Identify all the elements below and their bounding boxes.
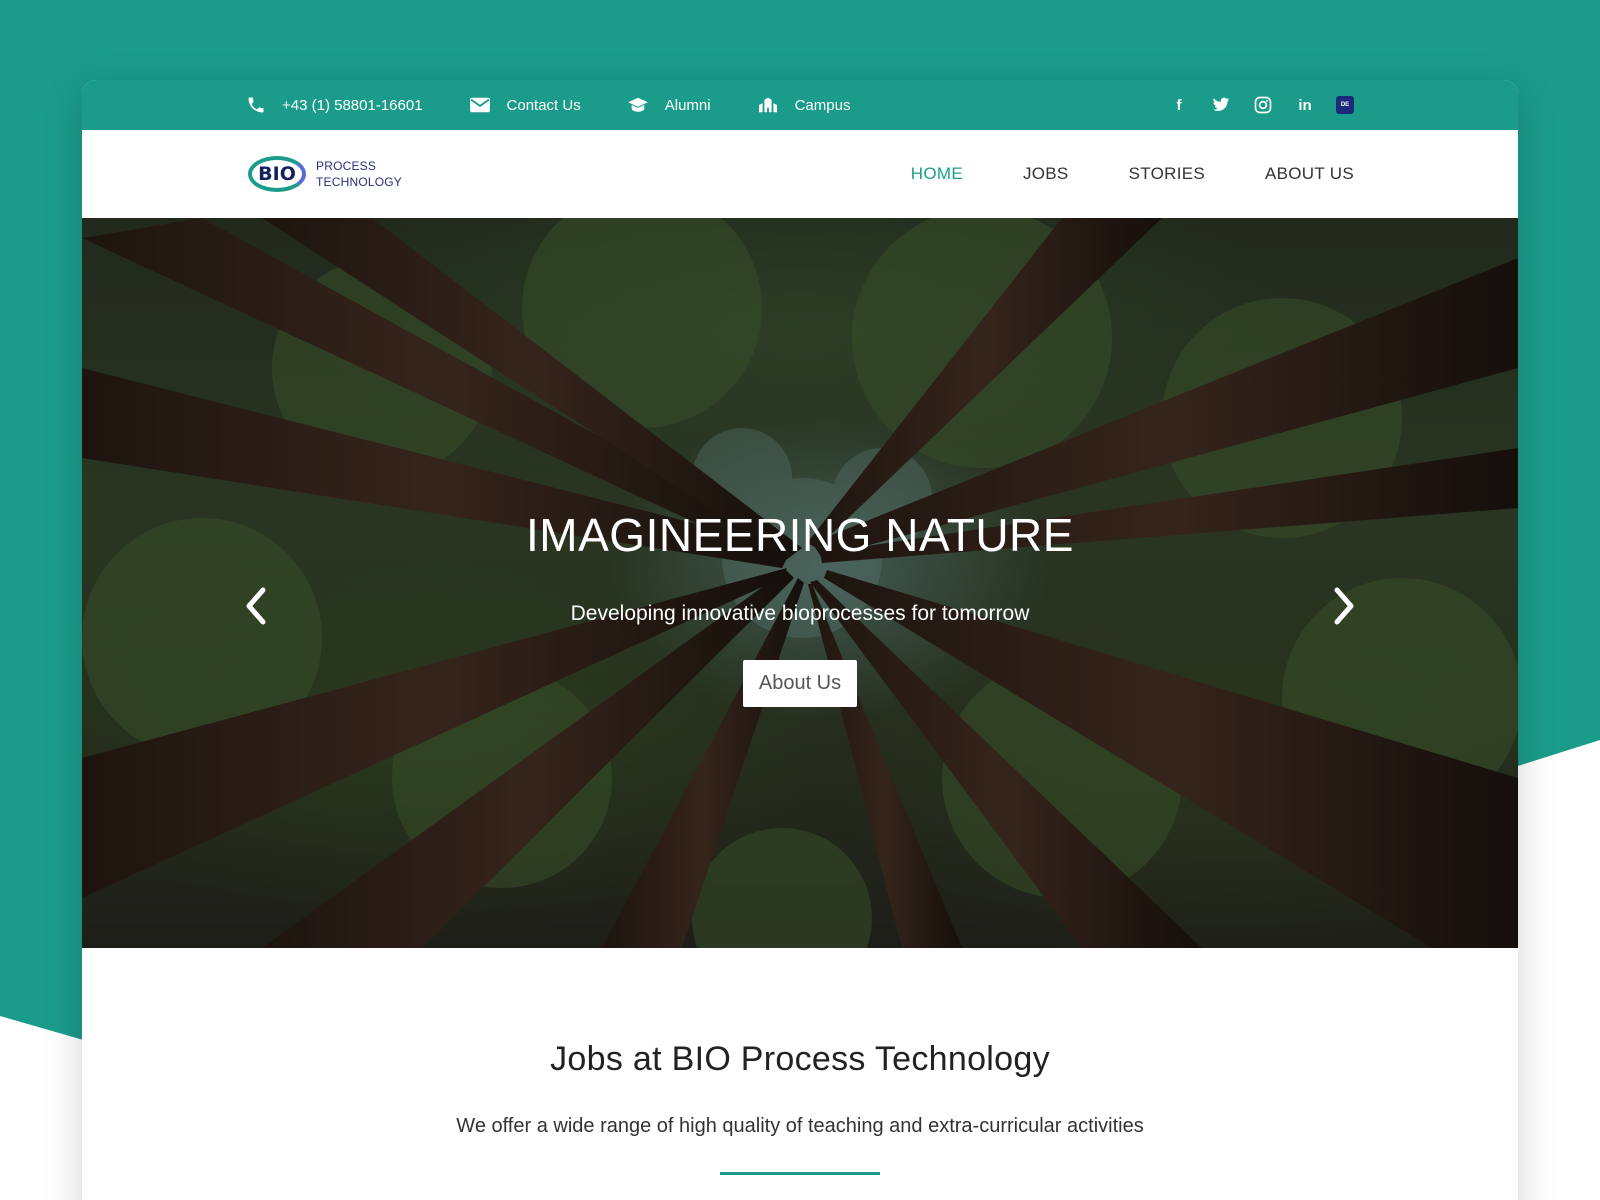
site-logo[interactable]: BIO PROCESS TECHNOLOGY xyxy=(246,152,402,196)
campus-building-icon xyxy=(757,96,779,114)
main-navbar: BIO PROCESS TECHNOLOGY HOME JOBS STORIES… xyxy=(82,130,1518,218)
instagram-icon[interactable] xyxy=(1252,94,1274,116)
top-info-bar: +43 (1) 58801-16601 Contact Us Alumni Ca… xyxy=(82,80,1518,130)
nav-item-home[interactable]: HOME xyxy=(911,164,963,184)
social-links: f in DE xyxy=(1168,94,1354,116)
nav-item-stories[interactable]: STORIES xyxy=(1129,164,1205,184)
mail-icon xyxy=(469,96,491,114)
contact-info: +43 (1) 58801-16601 Contact Us Alumni Ca… xyxy=(246,95,850,115)
alumni-label: Alumni xyxy=(664,96,711,114)
hero-title: IMAGINEERING NATURE xyxy=(526,509,1074,561)
primary-nav: HOME JOBS STORIES ABOUT US xyxy=(911,164,1354,184)
contact-us-label: Contact Us xyxy=(506,96,581,114)
jobs-section: Jobs at BIO Process Technology We offer … xyxy=(82,948,1518,1175)
about-us-button[interactable]: About Us xyxy=(742,660,858,707)
hero-subtitle: Developing innovative bioprocesses for t… xyxy=(570,602,1030,625)
linkedin-icon[interactable]: in xyxy=(1294,94,1316,116)
logo-wordmark: PROCESS TECHNOLOGY xyxy=(316,158,402,190)
hero-slider: IMAGINEERING NATURE Developing innovativ… xyxy=(82,218,1518,948)
hero-content: IMAGINEERING NATURE Developing innovativ… xyxy=(82,508,1518,707)
section-divider xyxy=(720,1172,880,1175)
phone-number: +43 (1) 58801-16601 xyxy=(282,96,423,114)
twitter-icon[interactable] xyxy=(1210,94,1232,116)
jobs-description: We offer a wide range of high quality of… xyxy=(456,1115,1144,1137)
browser-window: +43 (1) 58801-16601 Contact Us Alumni Ca… xyxy=(82,80,1518,1200)
nav-item-jobs[interactable]: JOBS xyxy=(1023,164,1069,184)
nav-item-about-us[interactable]: ABOUT US xyxy=(1265,164,1354,184)
alumni-link[interactable]: Alumni xyxy=(627,96,711,114)
contact-us-link[interactable]: Contact Us xyxy=(469,96,581,114)
campus-link[interactable]: Campus xyxy=(757,96,851,114)
phone-link[interactable]: +43 (1) 58801-16601 xyxy=(246,95,423,115)
logo-line1: PROCESS xyxy=(316,159,377,173)
logo-mark: BIO xyxy=(246,152,308,196)
jobs-heading: Jobs at BIO Process Technology xyxy=(550,1040,1050,1078)
language-switch-de[interactable]: DE xyxy=(1336,96,1354,114)
campus-label: Campus xyxy=(794,96,851,114)
phone-icon xyxy=(246,95,266,115)
facebook-icon[interactable]: f xyxy=(1168,94,1190,116)
graduation-cap-icon xyxy=(627,96,649,114)
logo-mark-text: BIO xyxy=(258,163,296,185)
logo-line2: TECHNOLOGY xyxy=(316,175,403,189)
